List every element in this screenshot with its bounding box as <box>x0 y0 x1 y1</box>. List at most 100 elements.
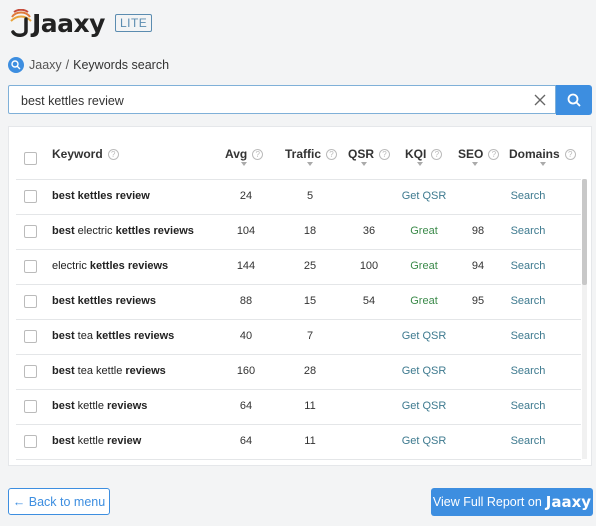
clear-icon[interactable] <box>533 93 547 107</box>
row-checkbox[interactable] <box>24 190 37 203</box>
back-to-menu-label: ← Back to menu <box>12 494 106 509</box>
domains-search-link[interactable]: Search <box>498 260 558 272</box>
help-icon[interactable]: ? <box>379 148 391 160</box>
results-table: Keyword ? Avg ? Traffic ? QSR ? KQI ? SE… <box>8 126 592 466</box>
qsr-cell: 100 <box>359 260 379 272</box>
sort-down-icon[interactable] <box>472 162 478 166</box>
breadcrumb-current: Keywords search <box>73 58 170 72</box>
domains-search-link[interactable]: Search <box>498 190 558 202</box>
get-qsr-link[interactable]: Get QSR <box>394 330 454 342</box>
traffic-cell: 18 <box>303 225 317 237</box>
breadcrumb-root[interactable]: Jaaxy <box>29 58 62 72</box>
domains-search-link[interactable]: Search <box>498 330 558 342</box>
sort-down-icon[interactable] <box>540 162 546 166</box>
brand-logo: Jaaxy LITE <box>8 8 153 38</box>
keyword-cell[interactable]: best kettles reviews <box>52 295 156 307</box>
get-qsr-link[interactable]: Get QSR <box>394 365 454 377</box>
row-checkbox[interactable] <box>24 295 37 308</box>
traffic-cell: 5 <box>306 190 314 202</box>
help-icon[interactable]: ? <box>488 148 500 160</box>
col-traffic-label: Traffic <box>285 147 322 161</box>
row-checkbox[interactable] <box>24 225 37 238</box>
get-qsr-link[interactable]: Get QSR <box>394 190 454 202</box>
row-checkbox[interactable] <box>24 365 37 378</box>
help-icon[interactable]: ? <box>564 148 576 160</box>
table-row[interactable]: best kettle reviews 64 11 Get QSR Search <box>16 389 581 424</box>
col-qsr-label: QSR <box>348 147 375 161</box>
help-icon[interactable]: ? <box>326 148 338 160</box>
domains-search-link[interactable]: Search <box>498 365 558 377</box>
search-button[interactable] <box>556 85 592 115</box>
col-traffic[interactable]: Traffic ? <box>285 147 338 161</box>
row-checkbox[interactable] <box>24 435 37 448</box>
row-checkbox[interactable] <box>24 330 37 343</box>
keyword-cell[interactable]: best kettle review <box>52 435 141 447</box>
domains-search-link[interactable]: Search <box>498 435 558 447</box>
avg-cell: 88 <box>239 295 253 307</box>
scrollbar-thumb[interactable] <box>582 179 587 285</box>
table-row[interactable]: best kettles reviews 88 15 54 Great 95 S… <box>16 284 581 319</box>
domains-search-link[interactable]: Search <box>498 400 558 412</box>
keyword-cell[interactable]: best electric kettles reviews <box>52 225 194 237</box>
get-qsr-link[interactable]: Get QSR <box>394 435 454 447</box>
qsr-cell: 54 <box>362 295 376 307</box>
traffic-cell: 11 <box>304 435 316 447</box>
col-seo-label: SEO <box>458 147 484 161</box>
full-report-brand: Jaaxy <box>545 493 592 511</box>
table-body: best kettles review 24 5 Get QSR Search … <box>16 179 581 465</box>
table-row[interactable]: best tea kettles reviews 40 7 Get QSR Se… <box>16 319 581 354</box>
col-avg[interactable]: Avg ? <box>225 147 264 161</box>
col-kqi-label: KQI <box>405 147 427 161</box>
table-row[interactable]: electric kettles reviews 144 25 100 Grea… <box>16 249 581 284</box>
help-icon[interactable]: ? <box>107 148 119 160</box>
keyword-cell[interactable]: best tea kettles reviews <box>52 330 174 342</box>
help-icon[interactable]: ? <box>431 148 443 160</box>
breadcrumb-separator: / <box>65 58 70 72</box>
keyword-cell[interactable]: best tea kettle reviews <box>52 365 166 377</box>
help-icon[interactable]: ? <box>252 148 264 160</box>
lite-badge: LITE <box>114 14 153 32</box>
traffic-cell: 28 <box>303 365 317 377</box>
breadcrumb: Jaaxy / Keywords search <box>8 57 169 73</box>
col-keyword[interactable]: Keyword ? <box>52 147 119 161</box>
select-all-checkbox[interactable] <box>24 152 37 165</box>
get-qsr-link[interactable]: Get QSR <box>394 400 454 412</box>
col-keyword-label: Keyword <box>52 147 103 161</box>
avg-cell: 104 <box>236 225 256 237</box>
search-icon <box>8 57 24 73</box>
kqi-status: Great <box>410 225 438 237</box>
view-full-report-button[interactable]: View Full Report on Jaaxy <box>431 488 593 516</box>
table-row[interactable]: best kettle review 64 11 Get QSR Search <box>16 424 581 459</box>
avg-cell: 64 <box>239 400 253 412</box>
col-seo[interactable]: SEO ? <box>458 147 500 161</box>
table-row[interactable]: best electric kettles reviews 104 18 36 … <box>16 214 581 249</box>
sort-down-icon[interactable] <box>361 162 367 166</box>
scrollbar[interactable] <box>582 179 587 459</box>
traffic-cell: 7 <box>306 330 314 342</box>
search-box <box>8 85 556 115</box>
row-checkbox[interactable] <box>24 260 37 273</box>
domains-search-link[interactable]: Search <box>498 225 558 237</box>
avg-cell: 160 <box>236 365 256 377</box>
sort-down-icon[interactable] <box>307 162 313 166</box>
table-row[interactable]: best kettles review 24 5 Get QSR Search <box>16 179 581 214</box>
qsr-cell: 36 <box>362 225 376 237</box>
back-to-menu-button[interactable]: ← Back to menu <box>8 488 110 515</box>
col-domains[interactable]: Domains ? <box>509 147 576 161</box>
jaaxy-logo-icon <box>8 8 34 37</box>
keyword-cell[interactable]: best kettles review <box>52 190 150 202</box>
col-kqi[interactable]: KQI ? <box>405 147 443 161</box>
col-avg-label: Avg <box>225 147 248 161</box>
sort-down-icon[interactable] <box>241 162 247 166</box>
col-domains-label: Domains <box>509 147 560 161</box>
table-row-partial <box>16 459 581 465</box>
keyword-cell[interactable]: best kettle reviews <box>52 400 147 412</box>
traffic-cell: 25 <box>303 260 317 272</box>
table-row[interactable]: best tea kettle reviews 160 28 Get QSR S… <box>16 354 581 389</box>
row-checkbox[interactable] <box>24 400 37 413</box>
sort-down-icon[interactable] <box>417 162 423 166</box>
search-input[interactable] <box>19 86 523 115</box>
col-qsr[interactable]: QSR ? <box>348 147 391 161</box>
domains-search-link[interactable]: Search <box>498 295 558 307</box>
keyword-cell[interactable]: electric kettles reviews <box>52 260 168 272</box>
